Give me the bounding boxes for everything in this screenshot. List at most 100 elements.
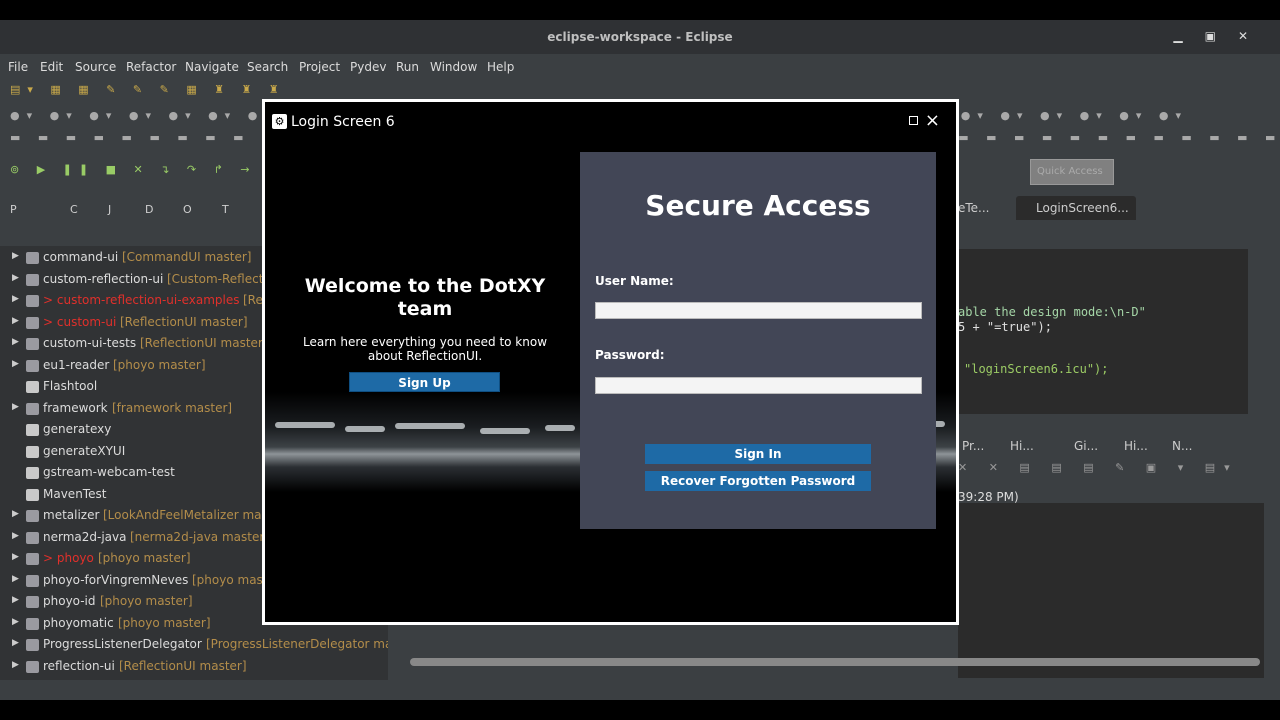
project-icon [26, 402, 39, 415]
tree-item-label: ProgressListenerDelegator [43, 637, 202, 651]
menu-help[interactable]: Help [487, 60, 514, 74]
sign-up-button[interactable]: Sign Up [349, 372, 500, 392]
tab-project-explorer[interactable]: P [10, 203, 17, 216]
tab-task[interactable]: T [222, 203, 229, 216]
expand-arrow-icon[interactable]: ▶ [12, 617, 19, 627]
tree-item-branch: [ReflectionUI master] [120, 314, 248, 329]
expand-arrow-icon[interactable]: ▶ [12, 316, 19, 326]
tree-item-label: phoyomatic [43, 615, 114, 630]
sign-in-button[interactable]: Sign In [645, 444, 871, 464]
tree-item-label: MavenTest [43, 486, 107, 501]
maximize-icon[interactable] [909, 116, 918, 125]
expand-arrow-icon[interactable]: ▶ [12, 638, 19, 648]
console-toolbar[interactable]: ✕ ✕ ▤ ▤ ▤ ✎ ▣ ▾ ▤▾ [958, 461, 1280, 483]
tab-outline[interactable]: O [183, 203, 192, 216]
code-line: able the design mode:\n-D" [958, 305, 1146, 319]
tree-item-label: Flashtool [43, 379, 98, 393]
menu-window[interactable]: Window [430, 60, 477, 74]
expand-arrow-icon[interactable]: ▶ [12, 251, 19, 261]
title-bar: eclipse-workspace - Eclipse ▁▣✕ [0, 20, 1280, 54]
expand-arrow-icon[interactable]: ▶ [12, 359, 19, 369]
expand-arrow-icon[interactable]: ▶ [12, 574, 19, 584]
menu-source[interactable]: Source [75, 60, 116, 74]
password-input[interactable] [595, 377, 922, 394]
expand-arrow-icon[interactable]: ▶ [12, 402, 19, 412]
tree-item-label: > custom-ui [43, 314, 117, 329]
login-panel: Secure Access User Name: Password: Sign … [580, 152, 936, 529]
minimize-icon[interactable]: ▁ [1173, 29, 1204, 43]
menu-run[interactable]: Run [396, 60, 419, 74]
menu-search[interactable]: Search [247, 60, 288, 74]
project-icon [26, 553, 39, 565]
expand-arrow-icon[interactable]: ▶ [12, 294, 19, 304]
username-label: User Name: [595, 274, 674, 288]
tree-item-label: phoyo-id [43, 594, 96, 608]
tree-item-branch: [phoyo master] [113, 357, 206, 372]
close-icon[interactable]: × [925, 110, 940, 131]
secure-access-heading: Secure Access [645, 189, 871, 222]
console-line: 39:28 PM) [958, 490, 1019, 504]
expand-arrow-icon[interactable]: ▶ [12, 552, 19, 562]
editor-tab-previous[interactable]: eTe... [958, 201, 990, 215]
folder-icon [26, 424, 39, 436]
expand-arrow-icon[interactable]: ▶ [12, 337, 19, 347]
expand-arrow-icon[interactable]: ▶ [12, 595, 19, 605]
tab-history[interactable]: Hi... [1010, 439, 1034, 453]
screen: eclipse-workspace - Eclipse ▁▣✕ File Edi… [0, 0, 1280, 720]
project-icon [26, 596, 39, 608]
tab-history-2[interactable]: Hi... [1124, 439, 1148, 453]
menu-file[interactable]: File [8, 60, 28, 74]
menu-edit[interactable]: Edit [40, 60, 63, 74]
tab-declaration[interactable]: D [145, 203, 153, 216]
tree-item-label: generateXYUI [43, 443, 126, 458]
quick-access-field[interactable]: Quick Access [1030, 159, 1114, 185]
tree-item-branch: [phoyo master] [100, 594, 193, 608]
tab-junit[interactable]: J [108, 203, 111, 216]
code-editor[interactable]: able the design mode:\n-D" 5 + "=true");… [958, 249, 1248, 414]
tree-item-branch: [ReflectionUI master] [119, 658, 247, 673]
menu-project[interactable]: Project [299, 60, 340, 74]
tree-item-branch: [phoyo master] [98, 551, 191, 565]
tree-item-branch: [nerma2d-java master] [130, 529, 269, 544]
tree-item-label: framework [43, 400, 108, 415]
menu-pydev[interactable]: Pydev [350, 60, 386, 74]
tree-item-label: custom-ui-tests [43, 336, 137, 350]
app-icon: ⚙ [272, 114, 287, 129]
project-icon [26, 510, 39, 522]
tab-problems[interactable]: Pr... [962, 439, 984, 453]
expand-arrow-icon[interactable]: ▶ [12, 509, 19, 519]
tree-item-label: generatexy [43, 422, 112, 436]
folder-icon [26, 381, 39, 393]
menu-navigate[interactable]: Navigate [185, 60, 239, 74]
maximize-icon[interactable]: ▣ [1205, 29, 1238, 43]
project-icon [26, 316, 39, 329]
tree-item[interactable]: ▶ ProgressListenerDelegator [ProgressListe… [0, 635, 388, 656]
recover-password-button[interactable]: Recover Forgotten Password [645, 471, 871, 491]
window-controls: ▁▣✕ [1173, 29, 1270, 43]
project-icon [26, 639, 39, 651]
tree-item-branch: [ReflectionUI master] [140, 336, 268, 350]
debug-toolbar[interactable]: ⊚ ▶ ❚❚ ■ ✕ ↴ ↷ ↱ → ⇥ [10, 163, 270, 185]
project-icon [26, 531, 39, 544]
expand-arrow-icon[interactable]: ▶ [12, 660, 19, 670]
close-icon[interactable]: ✕ [1238, 29, 1270, 43]
tree-item-label: metalizer [43, 508, 100, 522]
tab-console[interactable]: C [70, 203, 78, 216]
horizontal-scrollbar[interactable] [410, 658, 1260, 666]
expand-arrow-icon[interactable]: ▶ [12, 273, 19, 283]
editor-tab-loginscreen6[interactable]: LoginScreen6... [1016, 196, 1136, 220]
tree-item-label: command-ui [43, 250, 119, 264]
tree-item-label: custom-reflection-ui [43, 271, 164, 286]
tab-git[interactable]: Gi... [1074, 439, 1098, 453]
tree-item-branch: [phoyo master] [118, 615, 211, 630]
username-input[interactable] [595, 302, 922, 319]
expand-arrow-icon[interactable]: ▶ [12, 531, 19, 541]
status-bar [0, 680, 1280, 700]
tree-item[interactable]: ▶ reflection-ui [ReflectionUI master] [0, 657, 388, 678]
password-label: Password: [595, 348, 665, 362]
dialog-body: Welcome to the DotXY team Learn here eve… [265, 142, 956, 622]
project-icon [26, 273, 39, 286]
menu-refactor[interactable]: Refactor [126, 60, 176, 74]
tab-navigator[interactable]: N... [1172, 439, 1192, 453]
console-output[interactable]: 39:28 PM) [958, 490, 1264, 678]
